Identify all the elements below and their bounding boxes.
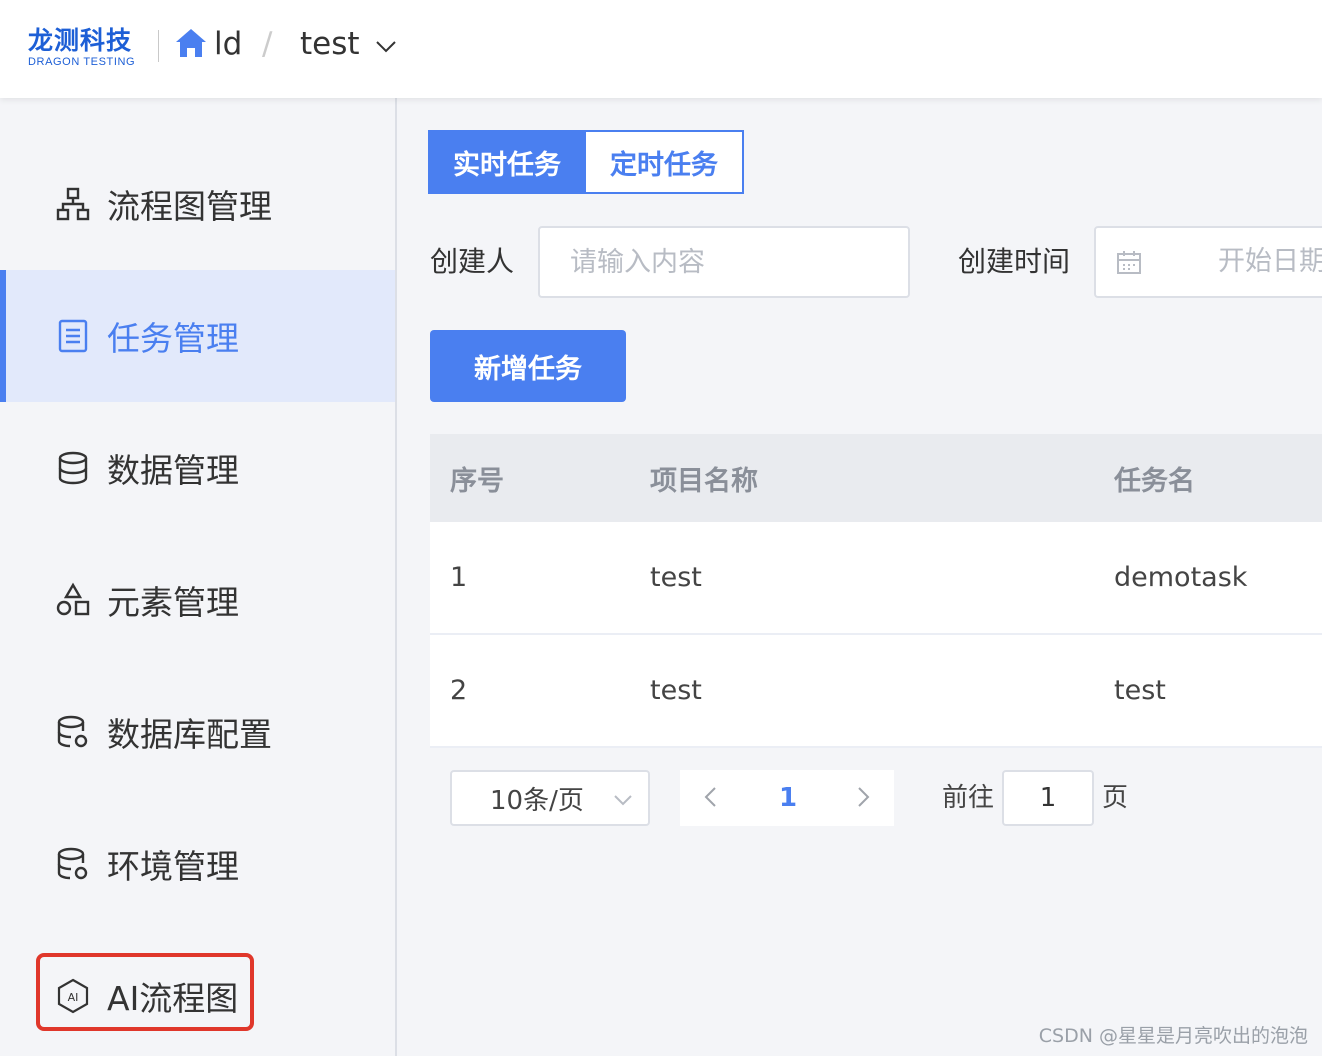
- logo-chinese-text: 龙测科技: [28, 26, 133, 55]
- calendar-icon: [1117, 251, 1141, 274]
- sidebar: 流程图管理 任务管理 数据管理 元素管理 数据库配置 环境管理 AI AI流程图: [0, 98, 397, 1056]
- shapes-icon: [56, 582, 90, 616]
- home-icon[interactable]: [174, 26, 208, 60]
- chevron-down-icon: [614, 795, 632, 806]
- pager: 1: [680, 770, 894, 826]
- task-type-tabs: 实时任务 定时任务: [428, 130, 744, 194]
- breadcrumb-root[interactable]: ld: [214, 24, 242, 64]
- project-selector[interactable]: test: [300, 24, 360, 64]
- chevron-left-icon[interactable]: [698, 784, 724, 810]
- goto-page-input[interactable]: 1: [1002, 770, 1094, 826]
- created-time-label: 创建时间: [958, 245, 1071, 278]
- cell-index: 2: [450, 675, 468, 706]
- add-task-button[interactable]: 新增任务: [430, 330, 626, 402]
- sidebar-item-label: AI流程图: [107, 979, 239, 1018]
- start-date-input[interactable]: 开始日期: [1218, 244, 1322, 280]
- cell-index: 1: [450, 562, 468, 593]
- cell-task-name: test: [1114, 675, 1166, 706]
- creator-input[interactable]: [540, 228, 908, 296]
- watermark-text: CSDN @星星是月亮吹出的泡泡: [1038, 1025, 1308, 1047]
- chevron-right-icon[interactable]: [850, 784, 876, 810]
- page-size-value: 10条/页: [490, 785, 584, 816]
- sidebar-item-ai-flowchart[interactable]: AI AI流程图: [0, 930, 395, 1056]
- database-settings-icon: [57, 847, 88, 880]
- date-range-picker[interactable]: 开始日期: [1094, 226, 1322, 298]
- page-suffix-label: 页: [1102, 783, 1129, 813]
- tab-scheduled-tasks[interactable]: 定时任务: [586, 130, 744, 194]
- sidebar-item-elements[interactable]: 元素管理: [0, 534, 395, 666]
- column-header-index: 序号: [450, 465, 504, 497]
- company-logo[interactable]: 龙测科技 DRAGON TESTING: [28, 26, 146, 70]
- flowchart-icon: [56, 187, 90, 221]
- creator-field-wrapper: [538, 226, 910, 298]
- header-divider: [158, 30, 159, 62]
- svg-text:AI: AI: [68, 991, 79, 1004]
- table-row[interactable]: 1 test demotask: [430, 522, 1322, 635]
- task-table: 序号 项目名称 任务名 1 test demotask 2 test test: [430, 434, 1322, 748]
- database-settings-icon: [57, 715, 88, 748]
- sidebar-item-flowchart[interactable]: 流程图管理: [0, 138, 395, 270]
- cell-project: test: [650, 562, 702, 593]
- current-page-number[interactable]: 1: [776, 778, 800, 818]
- sidebar-item-environment[interactable]: 环境管理: [0, 798, 395, 930]
- sidebar-item-data[interactable]: 数据管理: [0, 402, 395, 534]
- column-header-project: 项目名称: [650, 465, 758, 497]
- sidebar-item-tasks[interactable]: 任务管理: [0, 270, 395, 402]
- creator-label: 创建人: [430, 245, 515, 278]
- chevron-down-icon[interactable]: [374, 34, 398, 58]
- column-header-task-name: 任务名: [1114, 465, 1195, 497]
- sidebar-item-db-config[interactable]: 数据库配置: [0, 666, 395, 798]
- page-size-select[interactable]: 10条/页: [450, 770, 650, 826]
- logo-english-text: DRAGON TESTING: [28, 56, 136, 68]
- top-header: 龙测科技 DRAGON TESTING ld / test: [0, 0, 1322, 98]
- sidebar-item-label: 元素管理: [107, 583, 239, 622]
- cell-project: test: [650, 675, 702, 706]
- sidebar-item-label: 任务管理: [107, 319, 239, 358]
- sidebar-item-label: 环境管理: [107, 847, 239, 886]
- sidebar-item-label: 流程图管理: [107, 187, 272, 226]
- goto-label: 前往: [942, 783, 995, 813]
- table-header: 序号 项目名称 任务名: [430, 434, 1322, 522]
- document-icon: [58, 319, 88, 353]
- database-icon: [58, 451, 88, 485]
- sidebar-item-label: 数据库配置: [107, 715, 272, 754]
- cell-task-name: demotask: [1114, 562, 1248, 593]
- table-row[interactable]: 2 test test: [430, 635, 1322, 748]
- tab-realtime-tasks[interactable]: 实时任务: [428, 130, 586, 194]
- breadcrumb-separator: /: [262, 26, 273, 62]
- ai-hexagon-icon: AI: [57, 978, 89, 1014]
- sidebar-item-label: 数据管理: [107, 451, 239, 490]
